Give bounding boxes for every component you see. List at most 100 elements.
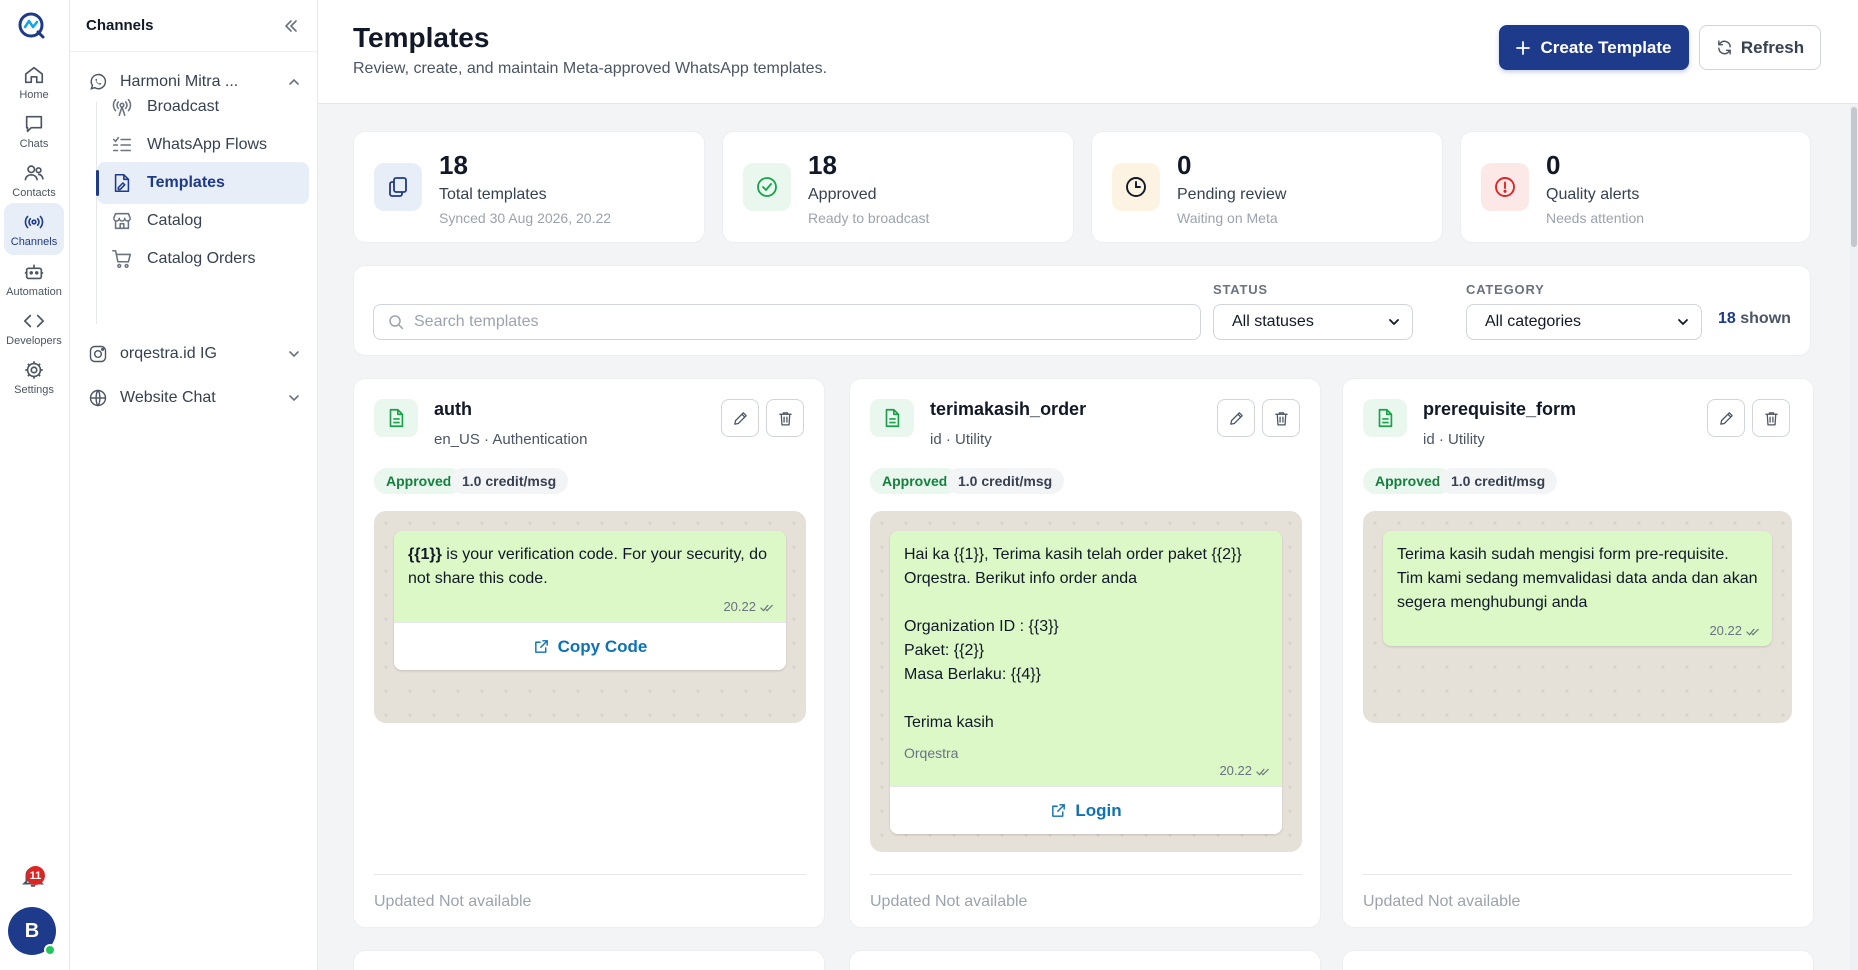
instagram-icon [89,345,107,363]
store-icon [112,212,132,230]
robot-icon [24,264,44,279]
stat-label: Total templates [439,186,547,203]
collapse-sidebar-icon[interactable] [281,16,301,36]
external-link-icon [534,640,548,653]
template-name: terimakasih_order [930,399,1087,419]
results-count-suffix: shown [1740,310,1791,327]
rail-channels[interactable]: Channels [4,203,64,255]
broadcast-icon [112,98,132,117]
sidebar-item-catalog-orders[interactable]: Catalog Orders [97,238,309,280]
search-box[interactable] [373,304,1201,340]
template-category: Utility [1448,431,1485,448]
sidebar-item-catalog[interactable]: Catalog [97,200,309,242]
template-meta: id · Utility [930,431,992,448]
stat-value: 18 [439,150,468,180]
message-bubble: Hai ka {{1}}, Terima kasih telah order p… [890,531,1282,834]
refresh-label: Refresh [1740,37,1805,57]
rail-home[interactable]: Home [4,56,64,108]
channel-group-instagram[interactable]: orqestra.id IG [88,336,302,372]
results-count-number: 18 [1718,310,1736,327]
rail-settings[interactable]: Settings [4,351,64,403]
message-footer: Orqestra [904,745,959,761]
delete-template-button[interactable] [766,399,804,437]
rail-label: Channels [10,235,58,248]
edit-template-button[interactable] [1217,399,1255,437]
message-time: 20.22 [394,597,786,622]
message-time-text: 20.22 [1219,763,1252,778]
template-name: auth [434,399,472,419]
template-doc-icon-box [374,399,418,437]
rail-developers[interactable]: Developers [4,302,64,354]
channel-group-website-chat[interactable]: Website Chat [88,380,302,416]
sidebar-item-broadcast[interactable]: Broadcast [97,86,309,128]
stat-hint: Waiting on Meta [1177,210,1278,226]
card-divider [374,874,806,875]
external-link-icon [1052,804,1066,817]
sidebar-header: Channels [70,0,317,52]
message-preview: {{1}} is your verification code. For you… [374,511,806,723]
status-filter-label: STATUS [1213,282,1268,297]
rail-contacts[interactable]: Contacts [4,154,64,206]
delete-template-button[interactable] [1752,399,1790,437]
scrollbar-thumb[interactable] [1851,107,1857,247]
stat-label: Pending review [1177,186,1287,203]
create-template-button[interactable]: Create Template [1499,25,1689,70]
rail-label: Chats [19,137,49,150]
rail-label: Developers [6,334,62,347]
message-time: 20.22 [1383,621,1772,646]
meta-separator: · [484,431,490,448]
stat-label: Approved [808,186,877,203]
rail-chats[interactable]: Chats [4,105,64,157]
message-text: is your verification code. For your secu… [408,546,772,587]
stat-value: 18 [808,150,837,180]
updated-text: Updated Not available [374,893,532,910]
home-icon [24,66,44,83]
chevron-down-icon [1678,319,1688,326]
template-category: Utility [955,431,992,448]
status-select-value: All statuses [1232,313,1314,330]
edit-template-button[interactable] [1707,399,1745,437]
pencil-icon [733,411,747,425]
refresh-button[interactable]: Refresh [1699,25,1821,70]
card-divider [870,874,1302,875]
login-button[interactable]: Login [890,786,1282,834]
status-select[interactable]: All statuses [1213,304,1413,340]
message-bubble: {{1}} is your verification code. For you… [394,531,786,670]
edit-template-button[interactable] [721,399,759,437]
message-body: {{1}} is your verification code. For you… [394,531,786,597]
template-doc-icon-box [1363,399,1407,437]
code-icon [24,314,44,327]
rail-label: Automation [6,285,62,298]
sidebar-title: Channels [86,17,154,34]
list-check-icon [112,136,132,152]
message-preview: Hai ka {{1}}, Terima kasih telah order p… [870,511,1302,852]
contacts-icon [24,164,44,180]
plus-icon [1516,40,1531,55]
channels-sidebar: Channels Harmoni Mitra ... Broadcast Wha… [70,0,318,970]
delete-template-button[interactable] [1262,399,1300,437]
sidebar-item-templates[interactable]: Templates [96,162,309,204]
chat-icon [25,115,43,132]
copy-code-button[interactable]: Copy Code [394,622,786,670]
message-bubble: Terima kasih sudah mengisi form pre-requ… [1383,531,1772,646]
page-subtitle: Review, create, and maintain Meta-approv… [353,60,828,77]
refresh-icon [1717,40,1731,55]
icon-rail: Home Chats Contacts Channels Automation … [0,0,70,970]
rail-automation[interactable]: Automation [4,253,64,305]
notification-badge[interactable]: 11 [26,866,45,885]
chevron-down-icon [289,395,299,402]
alert-circle-icon [1495,177,1515,197]
page-header: Templates Review, create, and maintain M… [318,0,1858,104]
orqestra-logo[interactable] [16,10,48,42]
category-select[interactable]: All categories [1466,304,1702,340]
trash-icon [778,411,792,426]
check-circle-icon [757,177,777,197]
message-time-text: 20.22 [723,599,756,614]
template-card-peek [1342,950,1814,970]
page-title: Templates [353,22,490,53]
stat-hint: Needs attention [1546,210,1645,226]
trash-icon [1764,411,1778,426]
stat-card-quality: 0 Quality alerts Needs attention [1460,131,1811,243]
sidebar-item-whatsapp-flows[interactable]: WhatsApp Flows [97,124,309,166]
search-input[interactable] [414,313,1194,331]
